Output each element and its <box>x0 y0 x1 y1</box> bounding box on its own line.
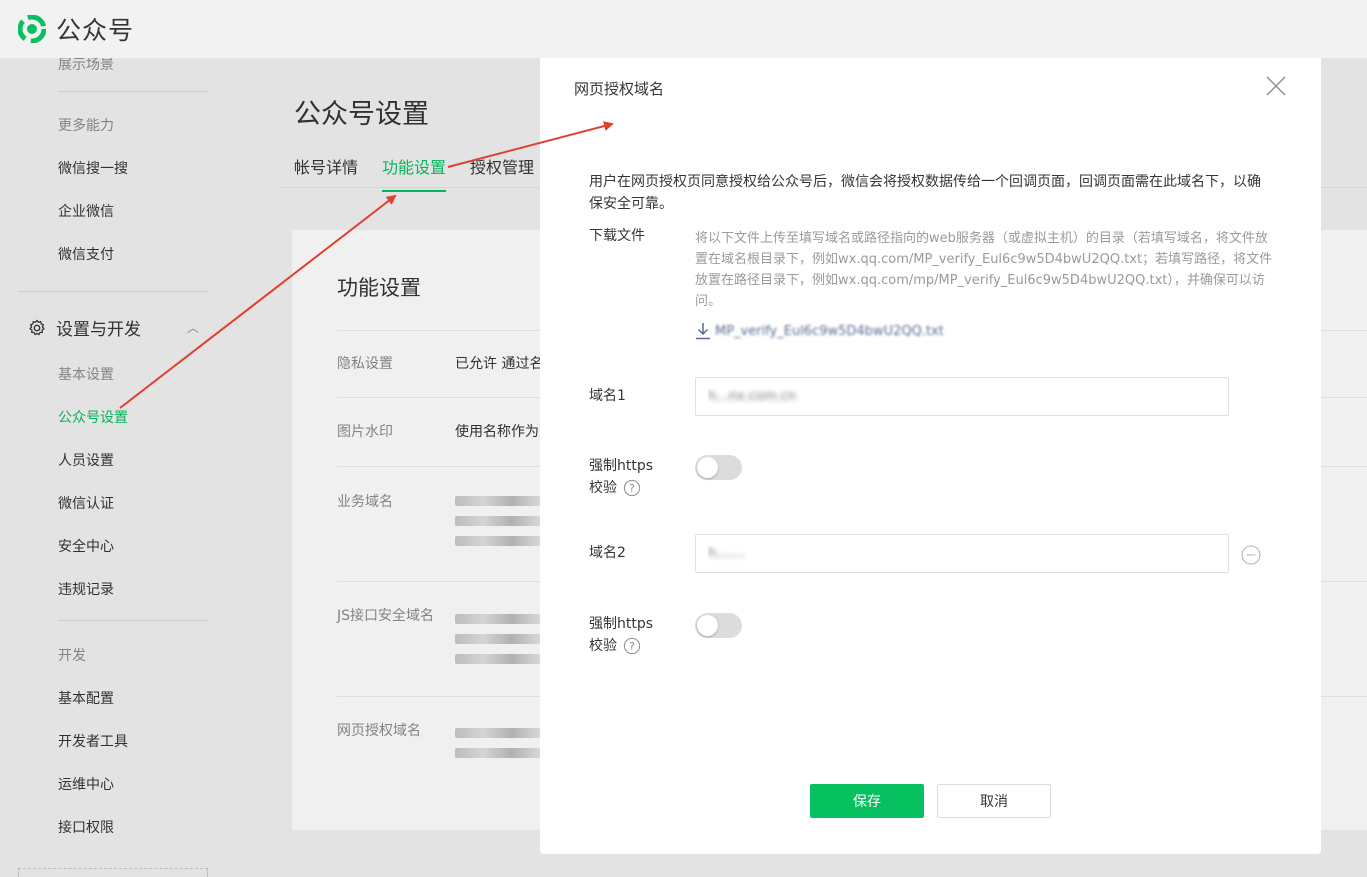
app-title: 公众号 <box>56 16 135 45</box>
minus-circle-icon[interactable] <box>1241 545 1261 565</box>
top-bar: 公众号 <box>0 0 1367 58</box>
verify2-label-text: 校验 <box>589 638 617 654</box>
domain2-label: 域名2 <box>589 545 626 561</box>
https1-toggle[interactable] <box>695 455 742 480</box>
toggle-knob <box>697 457 718 478</box>
dialog-title: 网页授权域名 <box>574 80 665 98</box>
svg-text:?: ? <box>630 482 636 495</box>
domain1-input[interactable] <box>695 377 1229 416</box>
dialog-description: 用户在网页授权页同意授权给公众号后，微信会将授权数据传给一个回调页面，回调页面需… <box>589 174 1261 212</box>
domain1-label: 域名1 <box>589 388 626 404</box>
domain2-input[interactable] <box>695 534 1229 573</box>
logo-icon <box>18 15 46 43</box>
help-icon[interactable]: ? <box>623 479 641 497</box>
download-icon <box>696 323 710 340</box>
download-description: 将以下文件上传至填写域名或路径指向的web服务器（或虚拟主机）的目录（若填写域名… <box>695 231 1273 309</box>
verify1-label-text: 校验 <box>589 480 617 496</box>
https2-label: 强制https 校验 ? <box>589 613 653 657</box>
toggle-knob <box>697 615 718 636</box>
download-file-link[interactable]: MP_verify_Eul6c9w5D4bwU2QQ.txt <box>695 322 944 340</box>
logo[interactable]: 公众号 <box>18 11 134 47</box>
oauth-domain-dialog: 网页授权域名 用户在网页授权页同意授权给公众号后，微信会将授权数据传给一个回调页… <box>540 48 1321 854</box>
download-file-name: MP_verify_Eul6c9w5D4bwU2QQ.txt <box>715 323 944 339</box>
https1-label: 强制https 校验 ? <box>589 455 653 499</box>
cancel-button[interactable]: 取消 <box>937 784 1051 818</box>
help-icon[interactable]: ? <box>623 637 641 655</box>
download-label: 下载文件 <box>589 228 645 244</box>
svg-text:?: ? <box>630 640 636 653</box>
close-icon[interactable] <box>1264 74 1288 98</box>
https1-label-text: 强制https <box>589 458 654 474</box>
https2-toggle[interactable] <box>695 613 742 638</box>
save-button[interactable]: 保存 <box>810 784 924 818</box>
https2-label-text: 强制https <box>589 616 654 632</box>
